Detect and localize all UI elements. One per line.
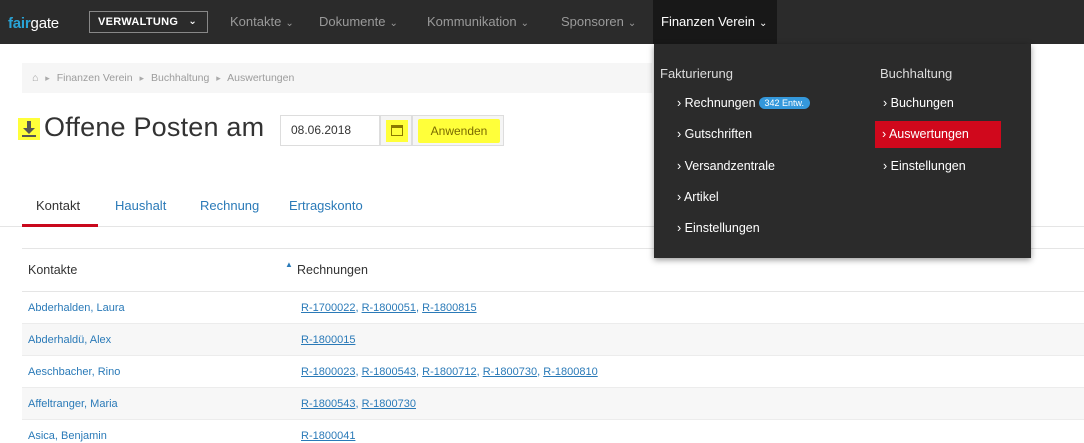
invoice-link[interactable]: R-1800041 — [301, 430, 355, 442]
chevron-down-icon: ⌄ — [520, 18, 529, 29]
tab-haushalt[interactable]: Haushalt — [115, 198, 166, 213]
breadcrumb-finanzen-verein[interactable]: Finanzen Verein — [57, 72, 133, 84]
tab-kontakt[interactable]: Kontakt — [36, 198, 80, 213]
invoice-link[interactable]: R-1800810 — [543, 366, 597, 378]
invoice-links: R-1800543, R-1800730 — [301, 398, 416, 410]
nav-item-dokumente[interactable]: Dokumente ⌄ — [319, 14, 398, 29]
table-row: Abderhalden, Laura R-1700022, R-1800051,… — [22, 292, 1084, 324]
calendar-icon — [391, 125, 403, 136]
buchhaltung-heading: Buchhaltung — [880, 66, 953, 81]
nav-item-kontakte[interactable]: Kontakte ⌄ — [230, 14, 294, 29]
chevron-down-icon: ⌄ — [389, 18, 398, 29]
invoice-link[interactable]: R-1800543 — [301, 398, 355, 410]
invoice-link[interactable]: R-1700022 — [301, 302, 355, 314]
breadcrumb-auswertungen: Auswertungen — [227, 72, 295, 84]
chevron-right-icon: ▸ — [139, 73, 145, 83]
invoice-link[interactable]: R-1800023 — [301, 366, 355, 378]
column-header-rechnungen[interactable]: Rechnungen — [297, 263, 368, 277]
column-header-kontakte[interactable]: Kontakte — [28, 263, 77, 277]
menu-item-auswertungen[interactable]: › Auswertungen — [875, 121, 1001, 148]
chevron-down-icon: ⌄ — [188, 16, 197, 27]
contact-name-link[interactable]: Asica, Benjamin — [28, 430, 107, 442]
menu-item-rechnungen[interactable]: › Rechnungen 342 Entw. — [677, 96, 811, 110]
draft-count-badge: 342 Entw. — [758, 97, 811, 109]
chevron-right-icon: ▸ — [45, 73, 50, 83]
table-row: Aeschbacher, Rino R-1800023, R-1800543, … — [22, 356, 1084, 388]
invoice-links: R-1800041 — [301, 430, 355, 442]
invoice-link[interactable]: R-1800730 — [483, 366, 537, 378]
calendar-button[interactable] — [380, 115, 412, 146]
invoice-link[interactable]: R-1800730 — [362, 398, 416, 410]
tab-rechnung[interactable]: Rechnung — [200, 198, 259, 213]
sort-ascending-icon[interactable]: ▲ — [285, 260, 293, 269]
finanzen-verein-dropdown-menu: Fakturierung Buchhaltung › Rechnungen 342… — [654, 44, 1031, 258]
apply-button[interactable]: Anwenden — [412, 115, 504, 146]
chevron-down-icon: ⌄ — [627, 18, 637, 29]
fakturierung-heading: Fakturierung — [660, 66, 733, 81]
verwaltung-label: VERWALTUNG — [98, 16, 179, 28]
menu-item-gutschriften[interactable]: › Gutschriften — [677, 127, 752, 141]
table-row: Abderhaldü, Alex R-1800015 — [22, 324, 1084, 356]
invoice-link[interactable]: R-1800051 — [362, 302, 416, 314]
invoice-link[interactable]: R-1800815 — [422, 302, 476, 314]
invoice-link[interactable]: R-1800712 — [422, 366, 476, 378]
menu-item-buchungen[interactable]: › Buchungen — [883, 96, 954, 110]
breadcrumb: ⌂ ▸ Finanzen Verein ▸ Buchhaltung ▸ Ausw… — [22, 63, 652, 93]
chevron-down-icon: ⌄ — [758, 18, 768, 29]
invoice-links: R-1700022, R-1800051, R-1800815 — [301, 302, 477, 314]
table-row: Asica, Benjamin R-1800041 — [22, 420, 1084, 443]
fairgate-logo[interactable]: fairgate — [8, 15, 59, 32]
contact-name-link[interactable]: Affeltranger, Maria — [28, 398, 118, 410]
download-icon[interactable] — [18, 118, 40, 140]
invoice-links: R-1800015 — [301, 334, 355, 346]
nav-item-kommunikation[interactable]: Kommunikation ⌄ — [427, 14, 529, 29]
top-navigation-bar: fairgate VERWALTUNG ⌄ Kontakte ⌄ Dokument… — [0, 0, 1084, 44]
invoice-links: R-1800023, R-1800543, R-1800712, R-18007… — [301, 366, 598, 378]
breadcrumb-buchhaltung[interactable]: Buchhaltung — [151, 72, 209, 84]
menu-item-buchhaltung-einstellungen[interactable]: › Einstellungen — [883, 159, 966, 173]
chevron-right-icon: ▸ — [216, 73, 221, 83]
active-tab-indicator — [22, 224, 98, 227]
apply-button-label: Anwenden — [418, 119, 500, 143]
date-field[interactable]: 08.06.2018 — [280, 115, 380, 146]
chevron-down-icon: ⌄ — [285, 18, 294, 29]
menu-item-fakturierung-einstellungen[interactable]: › Einstellungen — [677, 221, 760, 235]
contact-name-link[interactable]: Abderhaldü, Alex — [28, 334, 111, 346]
nav-item-finanzen-verein[interactable]: Finanzen Verein ⌄ — [653, 0, 778, 44]
menu-item-versandzentrale[interactable]: › Versandzentrale — [677, 159, 775, 173]
contact-name-link[interactable]: Abderhalden, Laura — [28, 302, 125, 314]
verwaltung-dropdown[interactable]: VERWALTUNG ⌄ — [89, 11, 208, 33]
home-icon[interactable]: ⌂ — [32, 72, 38, 84]
table-row: Affeltranger, Maria R-1800543, R-1800730 — [22, 388, 1084, 420]
nav-item-sponsoren[interactable]: Sponsoren ⌄ — [561, 14, 636, 29]
invoice-link[interactable]: R-1800015 — [301, 334, 355, 346]
invoice-link[interactable]: R-1800543 — [362, 366, 416, 378]
page-title: Offene Posten am — [44, 112, 265, 142]
contact-name-link[interactable]: Aeschbacher, Rino — [28, 366, 120, 378]
tab-ertragskonto[interactable]: Ertragskonto — [289, 198, 363, 213]
menu-item-artikel[interactable]: › Artikel — [677, 190, 719, 204]
